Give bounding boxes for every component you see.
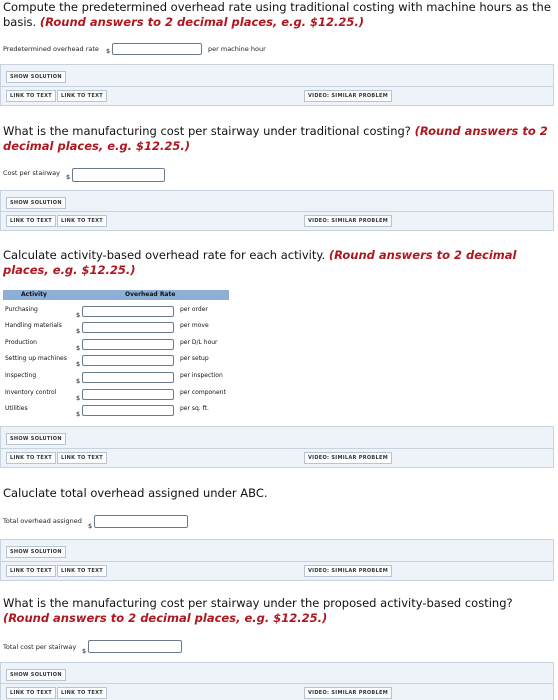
video-similar-problem-button[interactable]: VIDEO: SIMILAR PROBLEM bbox=[304, 565, 392, 577]
question-4: Caluclate total overhead assigned under … bbox=[3, 486, 551, 501]
link-to-text-button[interactable]: LINK TO TEXT bbox=[57, 565, 107, 577]
solution-panel-4: SHOW SOLUTION LINK TO TEXT LINK TO TEXT … bbox=[0, 539, 554, 581]
inventory-control-rate-input[interactable] bbox=[82, 389, 174, 400]
show-solution-button[interactable]: SHOW SOLUTION bbox=[6, 197, 66, 209]
link-to-text-button[interactable]: LINK TO TEXT bbox=[6, 565, 56, 577]
activity-label: Purchasing bbox=[5, 306, 38, 313]
show-solution-button[interactable]: SHOW SOLUTION bbox=[6, 433, 66, 445]
solution-panel-2: SHOW SOLUTION LINK TO TEXT LINK TO TEXT … bbox=[0, 190, 554, 231]
overhead-rate-unit: per machine hour bbox=[208, 45, 266, 53]
activity-table-header: Activity Overhead Rate bbox=[3, 290, 229, 300]
question-3: Calculate activity-based overhead rate f… bbox=[3, 248, 551, 278]
currency-sign: $ bbox=[82, 647, 87, 655]
utilities-rate-input[interactable] bbox=[82, 405, 174, 416]
total-overhead-label: Total overhead assigned bbox=[3, 517, 82, 525]
currency-sign: $ bbox=[76, 394, 81, 402]
rate-unit: per move bbox=[180, 322, 209, 329]
currency-sign: $ bbox=[66, 173, 71, 181]
link-to-text-button[interactable]: LINK TO TEXT bbox=[57, 687, 107, 699]
rate-unit: per order bbox=[180, 306, 208, 313]
video-similar-problem-button[interactable]: VIDEO: SIMILAR PROBLEM bbox=[304, 90, 392, 102]
question-2: What is the manufacturing cost per stair… bbox=[3, 124, 551, 154]
video-similar-problem-button[interactable]: VIDEO: SIMILAR PROBLEM bbox=[304, 215, 392, 227]
total-cost-input[interactable] bbox=[88, 640, 182, 653]
activity-label: Utilities bbox=[5, 405, 28, 412]
activity-label: Handling materials bbox=[5, 322, 62, 329]
total-cost-label: Total cost per stairway bbox=[3, 643, 77, 651]
show-solution-button[interactable]: SHOW SOLUTION bbox=[6, 71, 66, 83]
solution-panel-5: SHOW SOLUTION LINK TO TEXT LINK TO TEXT … bbox=[0, 662, 554, 700]
currency-sign: $ bbox=[88, 522, 93, 530]
rate-unit: per inspection bbox=[180, 372, 223, 379]
cost-per-stairway-label: Cost per stairway bbox=[3, 169, 60, 177]
link-to-text-button[interactable]: LINK TO TEXT bbox=[57, 452, 107, 464]
currency-sign: $ bbox=[76, 311, 81, 319]
overhead-rate-label: Predetermined overhead rate bbox=[3, 45, 99, 53]
currency-sign: $ bbox=[76, 327, 81, 335]
activity-label: Inventory control bbox=[5, 389, 57, 396]
currency-sign: $ bbox=[76, 360, 81, 368]
purchasing-rate-input[interactable] bbox=[82, 306, 174, 317]
rate-unit: per component bbox=[180, 389, 226, 396]
show-solution-button[interactable]: SHOW SOLUTION bbox=[6, 546, 66, 558]
currency-sign: $ bbox=[76, 344, 81, 352]
question-2-text: What is the manufacturing cost per stair… bbox=[3, 124, 411, 138]
inspecting-rate-input[interactable] bbox=[82, 372, 174, 383]
currency-sign: $ bbox=[76, 410, 81, 418]
link-to-text-button[interactable]: LINK TO TEXT bbox=[6, 215, 56, 227]
cost-per-stairway-input[interactable] bbox=[72, 168, 165, 182]
question-4-text: Caluclate total overhead assigned under … bbox=[3, 486, 268, 500]
activity-label: Setting up machines bbox=[5, 355, 67, 362]
video-similar-problem-button[interactable]: VIDEO: SIMILAR PROBLEM bbox=[304, 687, 392, 699]
currency-sign: $ bbox=[76, 377, 81, 385]
solution-panel-1: SHOW SOLUTION LINK TO TEXT LINK TO TEXT … bbox=[0, 64, 554, 106]
solution-panel-3: SHOW SOLUTION LINK TO TEXT LINK TO TEXT … bbox=[0, 426, 554, 468]
question-1-hint: (Round answers to 2 decimal places, e.g.… bbox=[39, 15, 365, 29]
link-to-text-button[interactable]: LINK TO TEXT bbox=[6, 452, 56, 464]
question-5-hint: (Round answers to 2 decimal places, e.g.… bbox=[3, 611, 328, 625]
overhead-rate-input[interactable] bbox=[112, 43, 202, 55]
question-3-text: Calculate activity-based overhead rate f… bbox=[3, 248, 326, 262]
activity-label: Inspecting bbox=[5, 372, 37, 379]
link-to-text-button[interactable]: LINK TO TEXT bbox=[6, 687, 56, 699]
question-5-text: What is the manufacturing cost per stair… bbox=[3, 596, 513, 610]
setting-up-machines-rate-input[interactable] bbox=[82, 355, 174, 366]
link-to-text-button[interactable]: LINK TO TEXT bbox=[57, 215, 107, 227]
question-5: What is the manufacturing cost per stair… bbox=[3, 596, 551, 626]
question-1: Compute the predetermined overhead rate … bbox=[3, 0, 551, 30]
overhead-rate-column-header: Overhead Rate bbox=[125, 291, 176, 298]
total-overhead-input[interactable] bbox=[94, 515, 188, 528]
show-solution-button[interactable]: SHOW SOLUTION bbox=[6, 669, 66, 681]
currency-sign: $ bbox=[106, 47, 111, 55]
activity-column-header: Activity bbox=[21, 291, 47, 298]
handling-materials-rate-input[interactable] bbox=[82, 322, 174, 333]
link-to-text-button[interactable]: LINK TO TEXT bbox=[57, 90, 107, 102]
production-rate-input[interactable] bbox=[82, 339, 174, 350]
video-similar-problem-button[interactable]: VIDEO: SIMILAR PROBLEM bbox=[304, 452, 392, 464]
activity-label: Production bbox=[5, 339, 37, 346]
link-to-text-button[interactable]: LINK TO TEXT bbox=[6, 90, 56, 102]
rate-unit: per setup bbox=[180, 355, 209, 362]
rate-unit: per D/L hour bbox=[180, 339, 218, 346]
rate-unit: per sq. ft. bbox=[180, 405, 209, 412]
